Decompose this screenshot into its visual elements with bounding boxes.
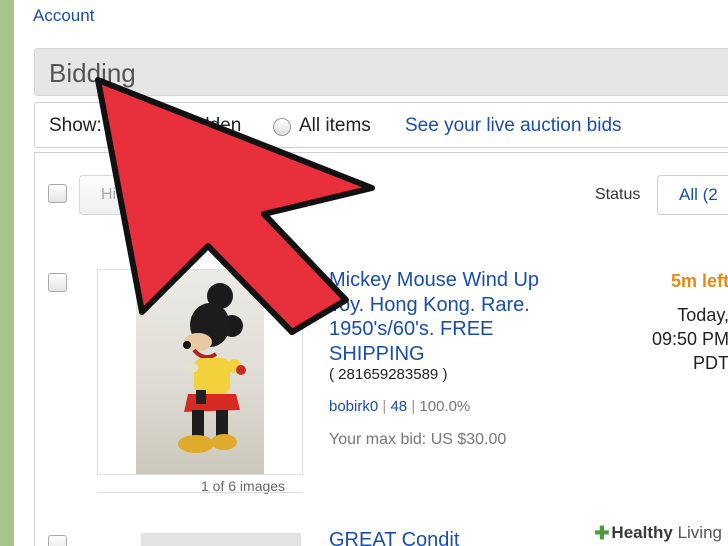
watermark: ✚ Healthy Living [590,520,728,546]
hide-button[interactable]: Hide [79,175,161,215]
bidding-section-header: Bidding [34,48,728,96]
hidden-option-label[interactable]: dden [199,115,241,137]
item-checkbox[interactable] [48,273,67,292]
watermark-brand: Healthy [611,523,673,542]
item-photo [136,270,264,474]
seller-positive-feedback: 100.0% [419,398,471,415]
filter-bar: Show: dden All items See your live aucti… [34,102,728,148]
seller-info: bobirk0 | 48 | 100.0% [329,398,470,415]
plus-icon: ✚ [594,522,610,543]
live-auction-bids-link[interactable]: See your live auction bids [405,115,622,137]
bids-page: Account Bidding Show: dden All items See… [14,0,728,546]
all-items-radio[interactable] [273,118,291,136]
watermark-brand-rest: Living [677,523,722,542]
seller-feedback-link[interactable]: 48 [390,398,407,415]
status-filter-button[interactable]: All (2 [657,175,728,215]
bid-list: Hide Status All (2 1 of 6 images Mickey … [34,152,728,546]
hide-button-label: Hide [101,186,134,203]
max-bid: Your max bid: US $30.00 [329,431,507,448]
end-time-day: Today, [677,305,728,325]
status-label: Status [595,186,641,203]
end-time-zone: PDT [693,353,728,373]
item-thumbnail[interactable] [97,269,303,475]
show-label: Show: [49,115,102,136]
all-items-label[interactable]: All items [299,115,371,137]
seller-name-link[interactable]: bobirk0 [329,398,378,415]
divider [97,492,303,493]
section-title: Bidding [49,58,136,88]
item-checkbox[interactable] [48,535,67,546]
account-link[interactable]: Account [33,6,94,26]
status-filter-label: All (2 [679,185,718,204]
end-time-clock: 09:50 PM [651,329,728,349]
item-title-link[interactable]: Mickey Mouse Wind Up Toy. Hong Kong. Rar… [329,268,579,366]
time-left: 5m left [670,271,728,291]
item-id: ( 281659283589 ) [329,366,448,383]
item-title-link[interactable]: GREAT Condit [329,529,459,546]
item-thumbnail[interactable] [141,533,301,546]
select-all-checkbox[interactable] [48,184,67,203]
end-time: Today, 09:50 PM PDT [652,303,728,375]
